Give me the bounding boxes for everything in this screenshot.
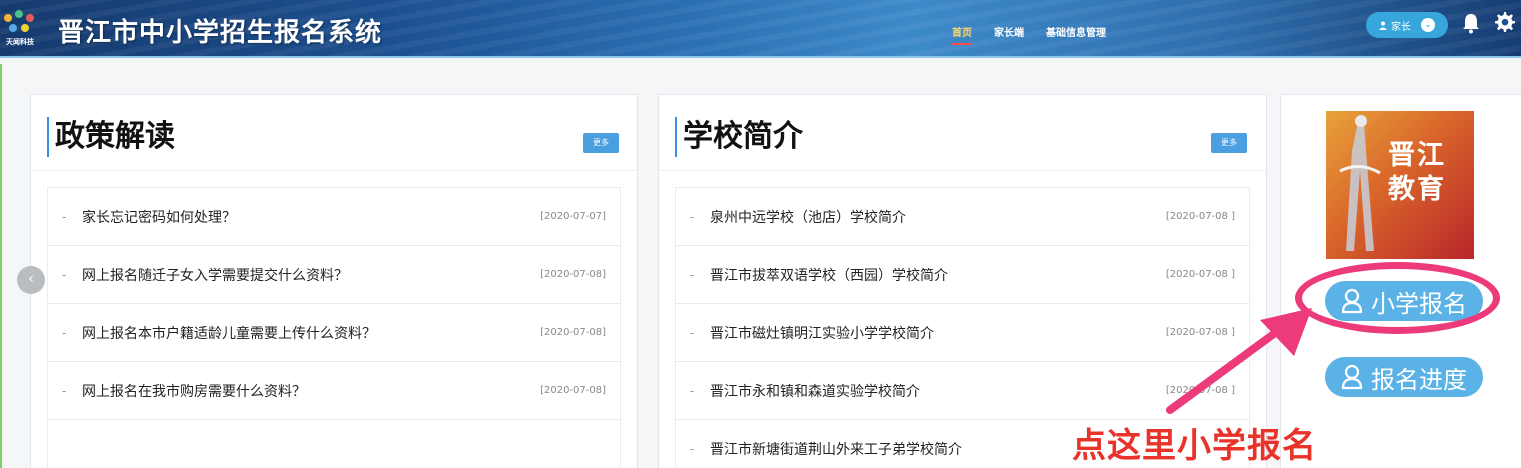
app-title: 晋江市中小学招生报名系统 bbox=[58, 18, 383, 48]
policy-panel: 政策解读 更多 - 家长忘记密码如何处理？ [2020-07-07] - 网上报… bbox=[30, 94, 638, 468]
list-item[interactable]: - 网上报名随迁子女入学需要提交什么资料？ [2020-07-08] bbox=[48, 246, 620, 304]
annotation-callout: 点这里小学报名 bbox=[1072, 426, 1317, 466]
bullet-dash: - bbox=[690, 383, 695, 398]
schools-more-button[interactable]: 更多 bbox=[1211, 133, 1247, 153]
bullet-dash: - bbox=[62, 325, 67, 340]
list-item-title: 晋江市永和镇和森道实验学校简介 bbox=[710, 383, 920, 400]
person-icon bbox=[1379, 21, 1387, 30]
list-item-title: 晋江市拔萃双语学校（西园）学校简介 bbox=[710, 267, 948, 284]
progress-button-label: 报名进度 bbox=[1371, 365, 1467, 394]
nav-home[interactable]: 首页 bbox=[952, 24, 972, 45]
app-header: 天闻科技 晋江市中小学招生报名系统 首页 家长端 基础信息管理 家长 ⌄ bbox=[0, 0, 1521, 58]
jinjiang-education-banner: 晋江 教育 bbox=[1326, 111, 1474, 259]
list-item[interactable]: - 家长忘记密码如何处理？ [2020-07-07] bbox=[48, 188, 620, 246]
bullet-dash: - bbox=[62, 383, 67, 398]
list-item[interactable]: - 网上报名本市户籍适龄儿童需要上传什么资料？ [2020-07-08] bbox=[48, 304, 620, 362]
list-item-date: [2020-07-08] bbox=[540, 385, 606, 396]
policy-list: - 家长忘记密码如何处理？ [2020-07-07] - 网上报名随迁子女入学需… bbox=[47, 187, 621, 468]
list-item[interactable]: - 晋江市拔萃双语学校（西园）学校简介 [2020-07-08 ] bbox=[676, 246, 1249, 304]
policy-more-button[interactable]: 更多 bbox=[583, 133, 619, 153]
banner-text-line: 教育 bbox=[1388, 174, 1446, 205]
top-nav: 首页 家长端 基础信息管理 bbox=[952, 24, 1106, 45]
nav-parent[interactable]: 家长端 bbox=[994, 24, 1024, 45]
policy-panel-header: 政策解读 更多 bbox=[31, 95, 637, 171]
chevron-down-icon: ⌄ bbox=[1421, 18, 1435, 32]
banner-text-line: 晋江 bbox=[1388, 140, 1446, 171]
list-item-title: 网上报名在我市购房需要什么资料？ bbox=[82, 383, 306, 400]
bullet-dash: - bbox=[62, 209, 67, 224]
policy-title: 政策解读 bbox=[47, 117, 175, 157]
list-item-date: [2020-07-08] bbox=[540, 269, 606, 280]
list-item[interactable]: - 网上报名在我市购房需要什么资料？ [2020-07-08] bbox=[48, 362, 620, 420]
schools-panel-header: 学校简介 更多 bbox=[659, 95, 1266, 171]
bullet-dash: - bbox=[690, 267, 695, 282]
list-item-title: 家长忘记密码如何处理？ bbox=[82, 209, 236, 226]
user-menu-button[interactable]: 家长 ⌄ bbox=[1366, 12, 1448, 38]
list-item-title: 网上报名本市户籍适龄儿童需要上传什么资料？ bbox=[82, 325, 376, 342]
list-item[interactable]: - 泉州中远学校（池店）学校简介 [2020-07-08 ] bbox=[676, 188, 1249, 246]
bullet-dash: - bbox=[690, 441, 695, 456]
list-item-title: 晋江市磁灶镇明江实验小学学校简介 bbox=[710, 325, 934, 342]
person-icon bbox=[1341, 364, 1363, 390]
arrow-annotation-icon bbox=[1166, 308, 1312, 414]
list-item-date: [2020-07-07] bbox=[540, 211, 606, 222]
gear-icon[interactable] bbox=[1493, 11, 1515, 33]
enroll-progress-button[interactable]: 报名进度 bbox=[1325, 357, 1483, 397]
bell-icon[interactable] bbox=[1462, 12, 1480, 34]
nav-basic-info[interactable]: 基础信息管理 bbox=[1046, 24, 1106, 45]
list-item-date: [2020-07-08 ] bbox=[1165, 211, 1235, 222]
banner-text: 晋江 教育 bbox=[1388, 139, 1446, 207]
user-label: 家长 bbox=[1391, 21, 1411, 33]
bullet-dash: - bbox=[690, 325, 695, 340]
list-item-title: 泉州中远学校（池店）学校简介 bbox=[710, 209, 906, 226]
empty-row bbox=[48, 420, 620, 468]
carousel-prev-button[interactable]: ‹ bbox=[17, 266, 45, 294]
schools-title: 学校简介 bbox=[675, 117, 803, 157]
list-item-date: [2020-07-08] bbox=[540, 327, 606, 338]
list-item-date: [2020-07-08 ] bbox=[1165, 269, 1235, 280]
bullet-dash: - bbox=[62, 267, 67, 282]
list-item-title: 网上报名随迁子女入学需要提交什么资料？ bbox=[82, 267, 348, 284]
bullet-dash: - bbox=[690, 209, 695, 224]
monument-icon bbox=[1339, 115, 1381, 251]
logo-icon bbox=[4, 10, 34, 32]
